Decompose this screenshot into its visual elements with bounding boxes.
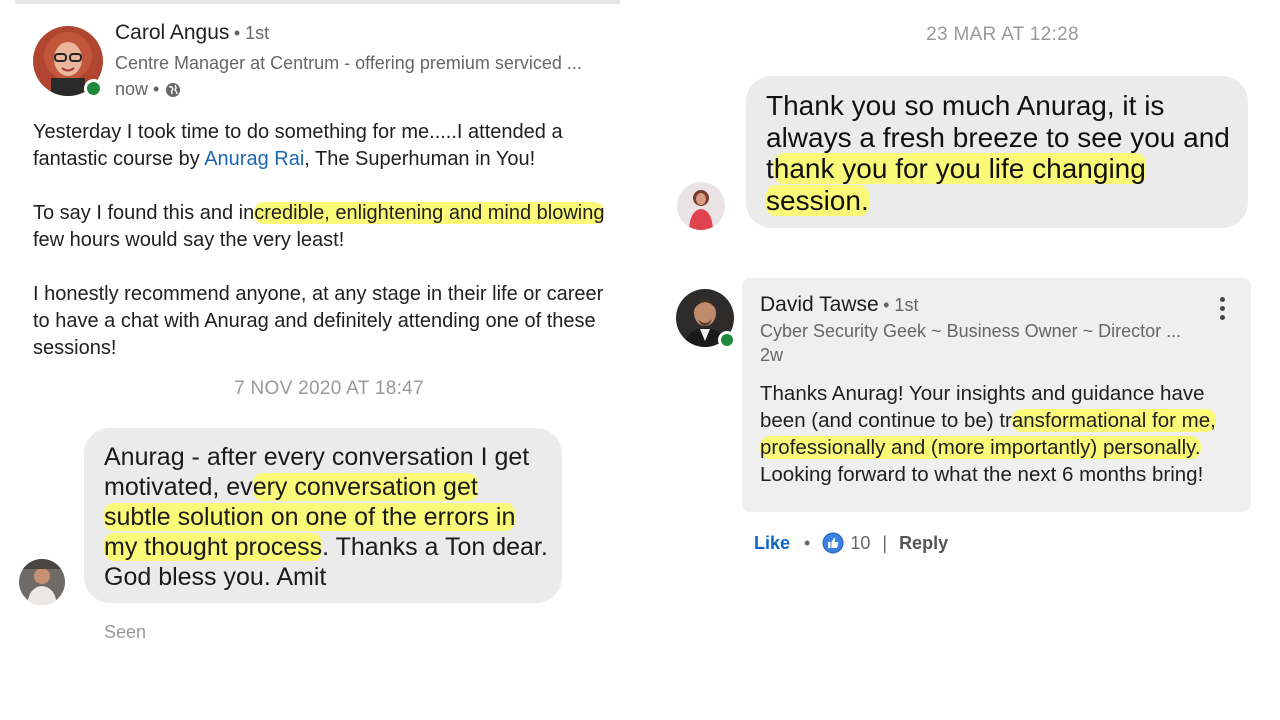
author-line: Carol Angus • 1st: [115, 21, 269, 45]
message-bubble-amit: Anurag - after every conversation I get …: [84, 428, 562, 603]
post-paragraph-2: To say I found this and incredible, enli…: [33, 200, 613, 254]
post-text: few hours would say the very least!: [33, 229, 345, 251]
post-paragraph-1: Yesterday I took time to do something fo…: [33, 119, 613, 173]
connection-degree: • 1st: [883, 295, 919, 315]
comment-text: Thanks Anurag! Your insights and guidanc…: [760, 382, 1216, 486]
message-text: Anurag - after every conversation I get …: [104, 443, 548, 591]
post-time: now •: [115, 79, 160, 99]
top-divider: [15, 0, 620, 4]
online-status-indicator: [84, 79, 103, 98]
highlighted-text: hank you for you life changing session.: [766, 153, 1146, 216]
mention-link[interactable]: Anurag Rai: [204, 148, 304, 170]
post-text: , The Superhuman in You!: [304, 148, 536, 170]
separator-dot: •: [804, 532, 811, 553]
reply-button[interactable]: Reply: [899, 533, 948, 554]
highlighted-text: credible, enlightening and mind blowing: [254, 202, 605, 224]
message-text: Thank you so much Anurag, it is always a…: [766, 90, 1230, 216]
post-text: To say I found this and in: [33, 202, 255, 224]
sender-avatar-amit[interactable]: [19, 559, 65, 605]
commenter-avatar[interactable]: [676, 289, 738, 351]
author-name[interactable]: Carol Angus: [115, 21, 229, 44]
author-headline: Centre Manager at Centrum - offering pre…: [115, 53, 582, 73]
like-button[interactable]: Like: [754, 533, 790, 554]
post-time-row: now •: [115, 79, 181, 100]
comment-card: David Tawse • 1st Cyber Security Geek ~ …: [742, 278, 1251, 512]
like-reaction-icon[interactable]: [822, 532, 844, 554]
sender-avatar-woman[interactable]: [677, 182, 725, 230]
online-status-indicator: [718, 331, 736, 349]
chat-timestamp-1: 7 NOV 2020 AT 18:47: [234, 378, 424, 399]
globe-icon: [166, 82, 181, 97]
author-avatar[interactable]: [33, 26, 105, 98]
reaction-count[interactable]: 10: [850, 533, 870, 554]
post-paragraph-3: I honestly recommend anyone, at any stag…: [33, 283, 604, 359]
commenter-headline: Cyber Security Geek ~ Business Owner ~ D…: [760, 321, 1182, 341]
separator-pipe: |: [882, 532, 888, 553]
message-bubble-thanks: Thank you so much Anurag, it is always a…: [746, 76, 1248, 228]
seen-status: Seen: [104, 622, 147, 642]
commenter-name[interactable]: David Tawse: [760, 293, 879, 316]
comment-time: 2w: [760, 345, 784, 365]
chat-timestamp-2: 23 MAR AT 12:28: [926, 24, 1079, 45]
connection-degree: • 1st: [233, 23, 270, 43]
comment-actions: Like • 10 | Reply: [754, 532, 948, 554]
more-options-icon[interactable]: [1220, 297, 1225, 320]
commenter-line: David Tawse • 1st: [760, 293, 918, 317]
